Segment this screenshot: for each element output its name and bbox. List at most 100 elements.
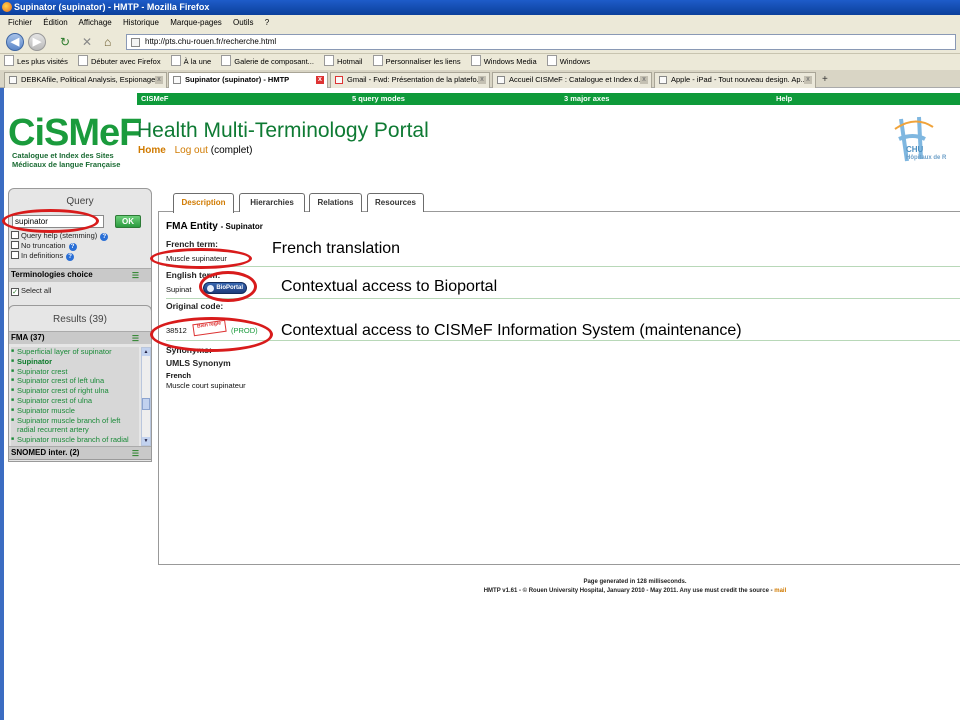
nav-major-axes[interactable]: 3 major axes <box>564 93 609 105</box>
umls-synonym-label: UMLS Synonym <box>166 358 231 368</box>
close-tab-icon[interactable]: x <box>316 76 324 84</box>
select-all-row: ✓ Select all <box>11 286 52 296</box>
cismef-logo: CiSMeF <box>8 112 142 154</box>
menu-affichage[interactable]: Affichage <box>79 18 112 27</box>
home-link[interactable]: Home <box>138 145 166 156</box>
divider <box>166 298 960 299</box>
bookmark-item[interactable]: Personnaliser les liens <box>373 54 461 70</box>
nav-query-modes[interactable]: 5 query modes <box>352 93 405 105</box>
list-item[interactable]: Supinator crest of right ulna <box>11 386 139 396</box>
url-text: http://pts.chu-rouen.fr/recherche.html <box>145 37 277 46</box>
close-tab-icon[interactable]: x <box>804 76 812 84</box>
nav-cismef[interactable]: CISMeF <box>141 93 169 105</box>
browser-tab[interactable]: Gmail - Fwd: Présentation de la platefo.… <box>330 72 490 88</box>
page-title: Health Multi-Terminology Portal <box>137 119 429 142</box>
gmail-icon <box>335 76 343 84</box>
back-button[interactable]: ◀ <box>6 33 24 51</box>
tab-hierarchies[interactable]: Hierarchies <box>239 193 305 212</box>
entity-heading: FMA Entity - Supinator <box>166 221 263 232</box>
menu-bar: Fichier Édition Affichage Historique Mar… <box>0 15 960 30</box>
bookmark-item[interactable]: Galerie de composant... <box>221 54 314 70</box>
footer-copyright: HMTP v1.61 - © Rouen University Hospital… <box>483 588 787 594</box>
menu-help[interactable]: ? <box>265 18 269 27</box>
menu-outils[interactable]: Outils <box>233 18 253 27</box>
page-icon <box>173 76 181 84</box>
list-item[interactable]: Supinator muscle branch of left radial r… <box>11 416 139 436</box>
list-item[interactable]: Supinator crest of left ulna <box>11 376 139 386</box>
new-tab-icon[interactable]: + <box>822 72 828 88</box>
bookmark-item[interactable]: Windows Media <box>471 54 537 70</box>
browser-tab-bar: DEBKAfile, Political Analysis, Espionage… <box>0 70 960 88</box>
browser-tab[interactable]: DEBKAfile, Political Analysis, Espionage… <box>4 72 167 88</box>
close-tab-icon[interactable]: x <box>155 76 163 84</box>
english-term-value: Supinat <box>166 285 192 294</box>
menu-marque-pages[interactable]: Marque-pages <box>170 18 222 27</box>
browser-tab-active[interactable]: Supinator (supinator) - HMTP x <box>168 72 328 88</box>
help-icon[interactable]: ? <box>68 243 77 251</box>
browser-tab[interactable]: Apple - iPad - Tout nouveau design. Ap..… <box>654 72 816 88</box>
window-title: Supinator (supinator) - HMTP - Mozilla F… <box>14 2 210 12</box>
window-edge <box>0 88 4 720</box>
apple-icon <box>659 76 667 84</box>
browser-tab[interactable]: Accueil CISMeF : Catalogue et Index d...… <box>492 72 652 88</box>
mail-link[interactable]: mail <box>774 588 786 594</box>
site-nav-bar: CISMeF 5 query modes 3 major axes Help <box>137 93 960 105</box>
help-icon[interactable]: ? <box>100 233 109 241</box>
firefox-icon <box>2 2 12 12</box>
list-item[interactable]: Superficial layer of supinator <box>11 347 139 357</box>
list-item[interactable]: Supinator crest <box>11 367 139 377</box>
menu-fichier[interactable]: Fichier <box>8 18 32 27</box>
home-icon[interactable]: ⌂ <box>104 34 111 50</box>
list-item[interactable]: Supinator crest of ulna <box>11 396 139 406</box>
list-item-selected[interactable]: Supinator <box>11 357 139 367</box>
address-bar[interactable]: http://pts.chu-rouen.fr/recherche.html <box>126 34 956 50</box>
results-title: Results (39) <box>53 314 107 325</box>
list-item[interactable]: Supinator muscle <box>11 406 139 416</box>
scroll-thumb[interactable] <box>142 398 150 410</box>
synonym-language: French <box>166 371 192 380</box>
mode-label: (complet) <box>210 145 253 156</box>
expand-icon[interactable]: ☰ <box>132 448 139 459</box>
nav-help[interactable]: Help <box>776 93 792 105</box>
tab-resources[interactable]: Resources <box>367 193 424 212</box>
scroll-up-icon[interactable]: ▲ <box>142 348 150 356</box>
forward-button[interactable]: ▶ <box>28 33 46 51</box>
in-definitions-checkbox[interactable] <box>11 251 19 259</box>
entity-type: FMA Entity <box>166 221 218 232</box>
help-icon[interactable]: ? <box>66 253 75 261</box>
scroll-down-icon[interactable]: ▼ <box>142 437 150 445</box>
menu-edition[interactable]: Édition <box>43 18 67 27</box>
query-help-checkbox[interactable] <box>11 231 19 239</box>
select-all-checkbox[interactable]: ✓ <box>11 288 19 296</box>
bookmark-item[interactable]: Les plus visités <box>4 54 68 70</box>
terminologies-choice-header[interactable]: Terminologies choice ☰ <box>9 268 151 282</box>
menu-historique[interactable]: Historique <box>123 18 159 27</box>
query-panel-title: Query <box>66 196 94 207</box>
list-item[interactable]: Supinator muscle branch of radial <box>11 435 139 445</box>
annotation-oval-code <box>150 317 273 352</box>
footer-generation-time: Page generated in 128 milliseconds. <box>583 579 687 585</box>
close-tab-icon[interactable]: x <box>640 76 648 84</box>
bookmark-item[interactable]: Débuter avec Firefox <box>78 54 161 70</box>
window-titlebar: Supinator (supinator) - HMTP - Mozilla F… <box>0 0 960 15</box>
snomed-results-header[interactable]: SNOMED inter. (2) ☰ <box>9 446 151 459</box>
fma-results-header[interactable]: FMA (37) ☰ <box>9 331 151 344</box>
expand-icon[interactable]: ☰ <box>132 270 139 281</box>
annotation-french-translation: French translation <box>272 240 401 257</box>
option-in-definitions: In definitions? <box>11 251 75 261</box>
tab-relations[interactable]: Relations <box>309 193 362 212</box>
chu-logo-text: CHU Hôpitaux de R <box>906 145 947 162</box>
synonym-value: Muscle court supinateur <box>166 381 246 390</box>
logout-link[interactable]: Log out <box>175 145 208 156</box>
expand-icon[interactable]: ☰ <box>132 333 139 344</box>
tab-description[interactable]: Description <box>173 193 234 213</box>
bookmark-item[interactable]: Windows <box>547 54 590 70</box>
bookmark-item[interactable]: À la une <box>171 54 212 70</box>
ok-button[interactable]: OK <box>115 215 141 228</box>
stop-icon[interactable]: ✕ <box>82 34 92 50</box>
results-scrollbar[interactable]: ▲ ▼ <box>141 347 151 446</box>
bookmark-item[interactable]: Hotmail <box>324 54 362 70</box>
close-tab-icon[interactable]: x <box>478 76 486 84</box>
reload-icon[interactable]: ↻ <box>60 34 70 50</box>
no-truncation-checkbox[interactable] <box>11 241 19 249</box>
